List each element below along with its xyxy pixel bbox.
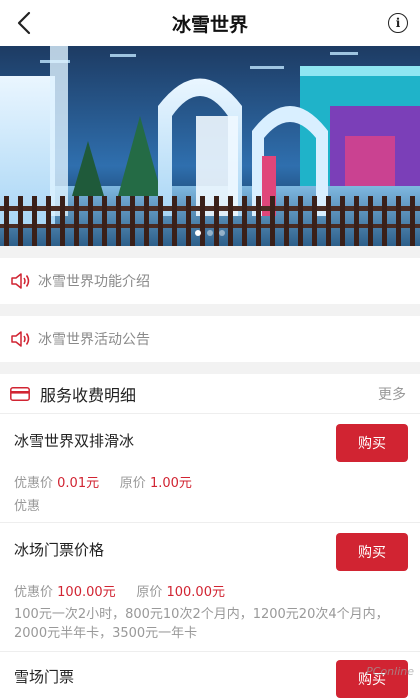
section-title: 服务收费明细 [40,385,137,405]
original-price: 1.00元 [149,476,192,491]
item-description: 优惠 [14,499,41,514]
carousel-dot [195,230,201,236]
item-prices: 优惠价 0.01元 原价 1.00元 [14,472,192,491]
ice-world-photo [0,46,420,246]
carousel-dot [219,230,225,236]
speaker-icon [11,273,30,289]
original-label: 原价 [119,476,146,491]
buy-button[interactable]: 购买 [336,424,408,462]
discount-price: 0.01元 [57,476,100,491]
service-item: 雪场门票 购买 [0,652,420,700]
item-name: 冰雪世界双排滑冰 [14,432,135,450]
notice-intro-row[interactable]: 冰雪世界功能介绍 [0,258,420,304]
info-icon[interactable]: i [388,13,408,33]
item-prices: 优惠价 100.00元 原价 100.00元 [14,581,225,600]
carousel-indicator [0,230,420,236]
item-name: 冰场门票价格 [14,541,105,559]
banner-carousel[interactable] [0,46,420,246]
item-name: 雪场门票 [14,668,75,686]
nav-bar: 冰雪世界 i [0,0,420,46]
watermark: PConline [366,665,414,678]
original-price: 100.00元 [166,585,225,600]
notice-label: 冰雪世界功能介绍 [38,274,150,290]
discount-label: 优惠价 [14,476,54,491]
carousel-dot [207,230,213,236]
service-item: 冰场门票价格 购买 优惠价 100.00元 原价 100.00元 100元一次2… [0,523,420,651]
card-icon [10,386,30,401]
buy-button[interactable]: 购买 [336,533,408,571]
page-title: 冰雪世界 [171,13,248,36]
back-arrow-icon[interactable] [10,8,40,38]
notice-label: 冰雪世界活动公告 [38,332,150,348]
service-header: 服务收费明细 更多 [0,374,420,414]
more-link[interactable]: 更多 [378,384,406,404]
service-fee-section: 服务收费明细 更多 冰雪世界双排滑冰 购买 优惠价 0.01元 原价 1.00元… [0,374,420,700]
speaker-icon [11,331,30,347]
service-item: 冰雪世界双排滑冰 购买 优惠价 0.01元 原价 1.00元 优惠 [0,414,420,522]
original-label: 原价 [136,585,163,600]
discount-price: 100.00元 [57,585,116,600]
discount-label: 优惠价 [14,585,54,600]
item-description: 100元一次2小时，800元10次2个月内，1200元20次4个月内，2000元… [14,607,389,641]
notice-announcement-row[interactable]: 冰雪世界活动公告 [0,316,420,362]
